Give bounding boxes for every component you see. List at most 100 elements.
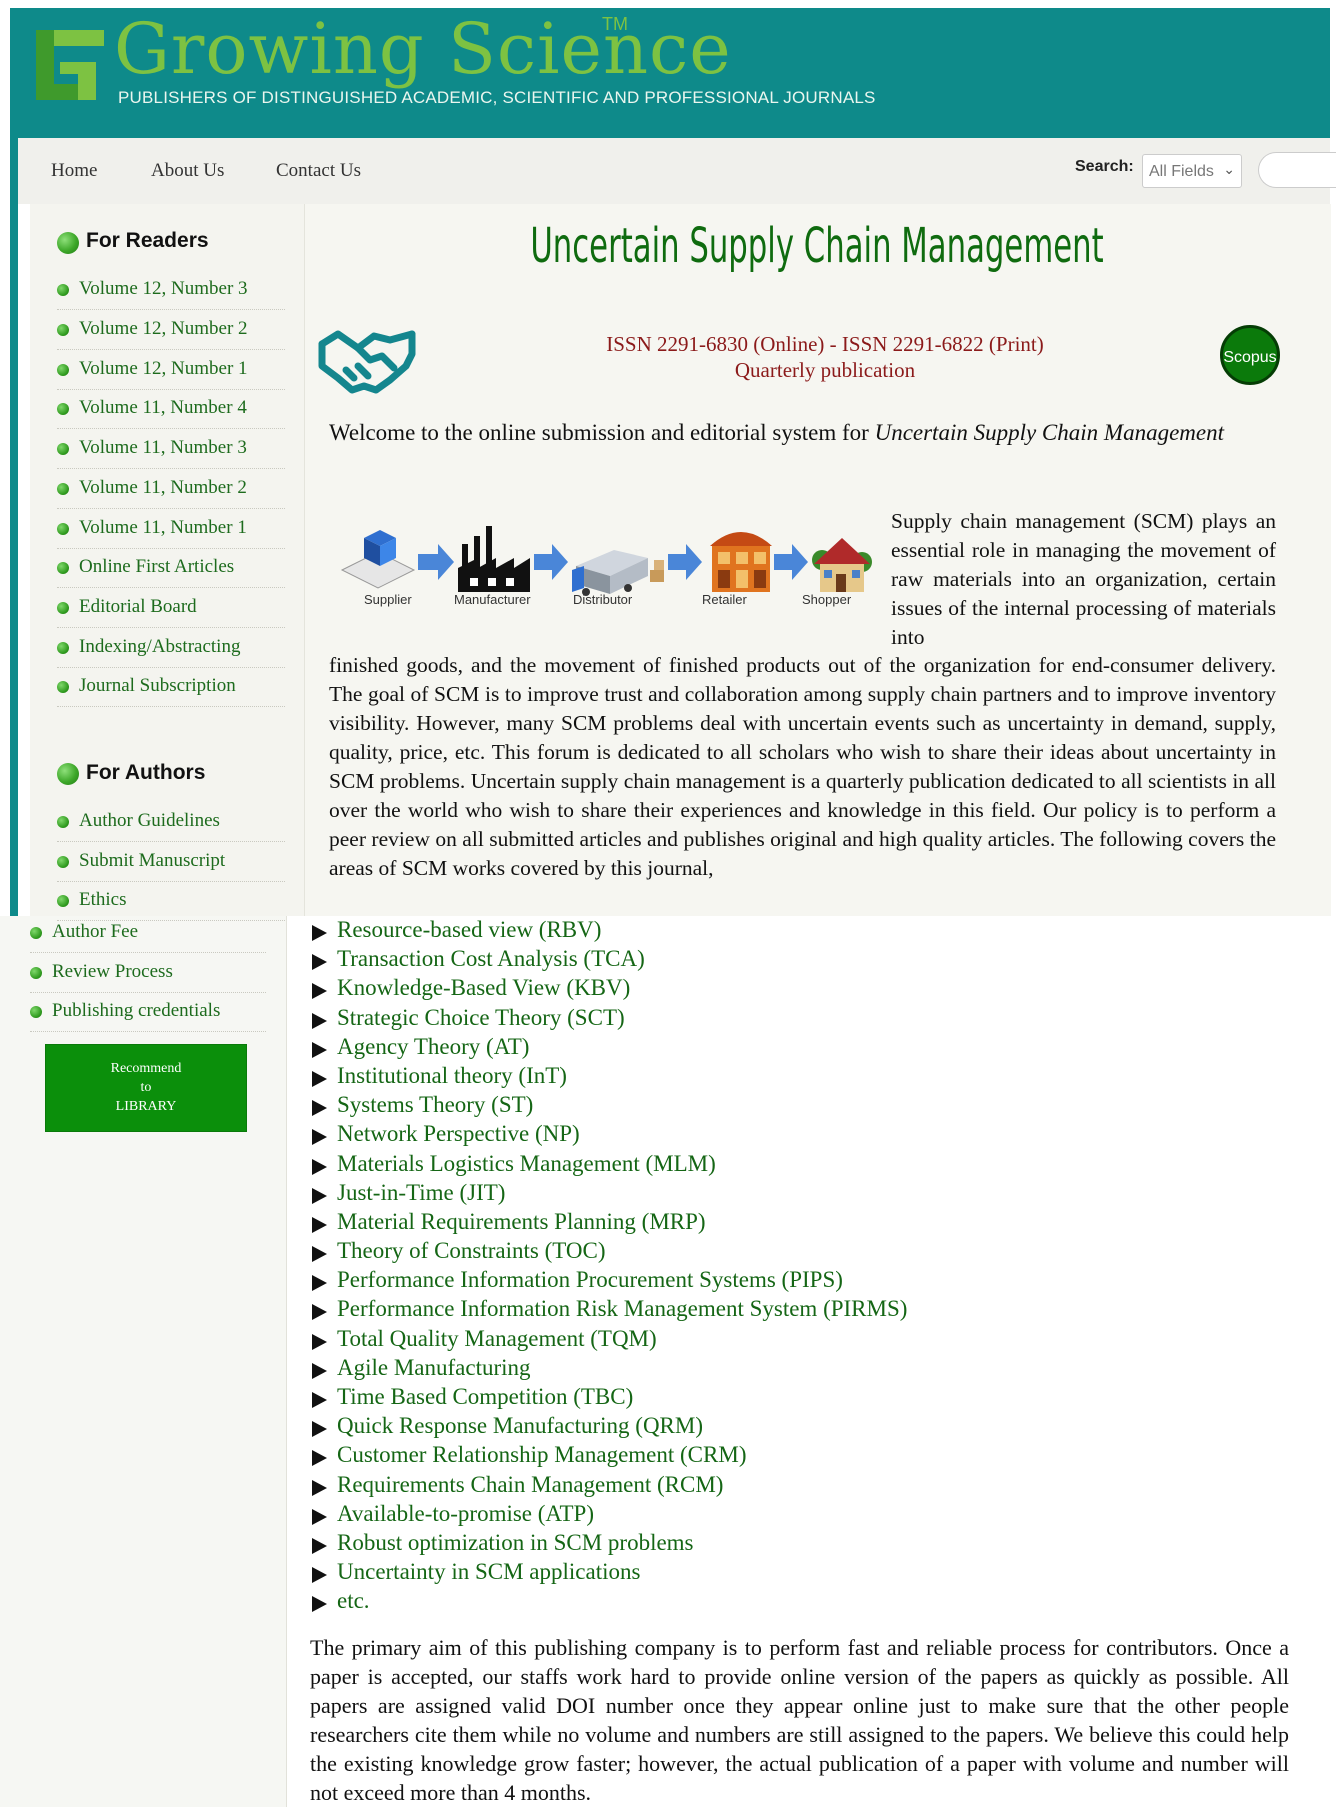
list-item[interactable]: Institutional theory (InT) [310,1063,1310,1092]
bullet-icon [57,364,69,376]
trademark-sign: TM [602,14,628,34]
chain-label-supplier: Supplier [364,592,412,607]
triangle-bullet-icon [312,1275,327,1292]
list-item[interactable]: Strategic Choice Theory (SCT) [310,1005,1310,1034]
sidebar-item-label: Editorial Board [79,596,197,617]
sidebar-item-subscription[interactable]: Journal Subscription [57,668,285,707]
sidebar-item-label: Volume 11, Number 1 [79,517,247,538]
sidebar-item-author-guidelines[interactable]: Author Guidelines [57,803,285,842]
topic-label: Transaction Cost Analysis (TCA) [337,946,645,972]
list-item[interactable]: Agile Manufacturing [310,1355,1310,1384]
sidebar-item-label: Volume 12, Number 1 [79,358,248,379]
sidebar-item-indexing[interactable]: Indexing/Abstracting [57,629,285,668]
topic-label: Network Perspective (NP) [337,1121,580,1147]
growing-science-logo-icon[interactable] [30,22,110,108]
triangle-bullet-icon [312,1246,327,1263]
bullet-icon [30,1006,42,1018]
list-item[interactable]: Quick Response Manufacturing (QRM) [310,1413,1310,1442]
sidebar-item-vol11-num4[interactable]: Volume 11, Number 4 [57,390,285,429]
list-item[interactable]: etc. [310,1588,1310,1617]
triangle-bullet-icon [312,1537,327,1554]
sidebar-item-label: Publishing credentials [52,1000,221,1021]
topic-label: Material Requirements Planning (MRP) [337,1208,706,1234]
bullet-icon [57,403,69,415]
triangle-bullet-icon [312,1333,327,1350]
list-item[interactable]: Resource-based view (RBV) [310,917,1310,946]
list-item[interactable]: Network Perspective (NP) [310,1121,1310,1150]
nav-about-link[interactable]: About Us [151,160,224,182]
nav-home-link[interactable]: Home [51,160,97,182]
triangle-bullet-icon [312,1187,327,1204]
scopus-badge[interactable]: Scopus [1220,325,1280,385]
sidebar-item-label: Submit Manuscript [79,850,226,871]
bullet-icon [57,816,69,828]
sidebar-item-editorial-board[interactable]: Editorial Board [57,589,285,628]
list-item[interactable]: Total Quality Management (TQM) [310,1326,1310,1355]
topic-label: Customer Relationship Management (CRM) [337,1442,747,1468]
sidebar-item-vol11-num3[interactable]: Volume 11, Number 3 [57,430,285,469]
handshake-icon [318,330,416,394]
button-line: to [140,1080,152,1095]
sidebar-item-vol12-num2[interactable]: Volume 12, Number 2 [57,311,285,350]
sidebar-item-label: Author Fee [52,921,139,942]
sidebar-item-review-process[interactable]: Review Process [30,954,266,993]
list-item[interactable]: Materials Logistics Management (MLM) [310,1151,1310,1180]
triangle-bullet-icon [312,1596,327,1613]
sidebar-item-label: Volume 12, Number 3 [79,278,248,299]
list-item[interactable]: Theory of Constraints (TOC) [310,1238,1310,1267]
search-input[interactable] [1258,152,1336,188]
topic-label: Systems Theory (ST) [337,1092,534,1118]
sidebar-item-publishing-credentials[interactable]: Publishing credentials [30,993,266,1032]
page-title: Uncertain Supply Chain Management [530,218,1104,274]
list-item[interactable]: Material Requirements Planning (MRP) [310,1209,1310,1238]
list-item[interactable]: Requirements Chain Management (RCM) [310,1472,1310,1501]
sidebar-item-label: Volume 11, Number 2 [79,477,247,498]
list-item[interactable]: Available-to-promise (ATP) [310,1501,1310,1530]
sidebar-item-submit-manuscript[interactable]: Submit Manuscript [57,843,285,882]
sidebar-item-vol12-num1[interactable]: Volume 12, Number 1 [57,351,285,390]
triangle-bullet-icon [312,1508,327,1525]
sidebar-item-label: Journal Subscription [79,675,236,696]
readers-bullet-icon [57,232,79,254]
chain-label-retailer: Retailer [702,592,747,607]
sidebar-item-vol12-num3[interactable]: Volume 12, Number 3 [57,271,285,310]
intro-paragraph-part2: finished goods, and the movement of fini… [329,653,1276,880]
welcome-prefix: Welcome to the online submission and edi… [329,420,875,445]
bullet-icon [57,483,69,495]
list-item[interactable]: Agency Theory (AT) [310,1034,1310,1063]
search-scope-select[interactable]: All Fields ⌄ [1142,154,1242,188]
topic-label: Available-to-promise (ATP) [337,1500,594,1526]
list-item[interactable]: Uncertainty in SCM applications [310,1559,1310,1588]
sidebar-item-label: Ethics [79,889,127,910]
arrow-icon [418,544,454,580]
for-readers-heading: For Readers [86,229,209,252]
sidebar-item-label: Author Guidelines [79,810,220,831]
sidebar-item-author-fee[interactable]: Author Fee [30,914,266,953]
list-item[interactable]: Knowledge-Based View (KBV) [310,975,1310,1004]
triangle-bullet-icon [312,1158,327,1175]
brand-name[interactable]: Growing Science [114,8,732,90]
list-item[interactable]: Robust optimization in SCM problems [310,1530,1310,1559]
list-item[interactable]: Systems Theory (ST) [310,1092,1310,1121]
topic-label: Agency Theory (AT) [337,1033,530,1059]
sidebar-item-vol11-num1[interactable]: Volume 11, Number 1 [57,510,285,549]
recommend-library-button[interactable]: Recommend to LIBRARY [45,1044,247,1132]
list-item[interactable]: Time Based Competition (TBC) [310,1384,1310,1413]
site-header: Growing Science TM PUBLISHERS OF DISTING… [10,8,1330,138]
topic-label: Quick Response Manufacturing (QRM) [337,1413,704,1439]
triangle-bullet-icon [312,1129,327,1146]
sidebar-item-online-first[interactable]: Online First Articles [57,549,285,588]
list-item[interactable]: Customer Relationship Management (CRM) [310,1442,1310,1471]
truck-icon [572,550,664,596]
list-item[interactable]: Performance Information Procurement Syst… [310,1267,1310,1296]
nav-contact-link[interactable]: Contact Us [276,160,361,182]
list-item[interactable]: Performance Information Risk Management … [310,1296,1310,1325]
triangle-bullet-icon [312,925,327,941]
triangle-bullet-icon [312,1421,327,1438]
triangle-bullet-icon [312,1567,327,1584]
list-item[interactable]: Transaction Cost Analysis (TCA) [310,946,1310,975]
arrow-icon [534,544,568,580]
topic-label: Knowledge-Based View (KBV) [337,975,631,1001]
sidebar-item-vol11-num2[interactable]: Volume 11, Number 2 [57,470,285,509]
list-item[interactable]: Just-in-Time (JIT) [310,1180,1310,1209]
